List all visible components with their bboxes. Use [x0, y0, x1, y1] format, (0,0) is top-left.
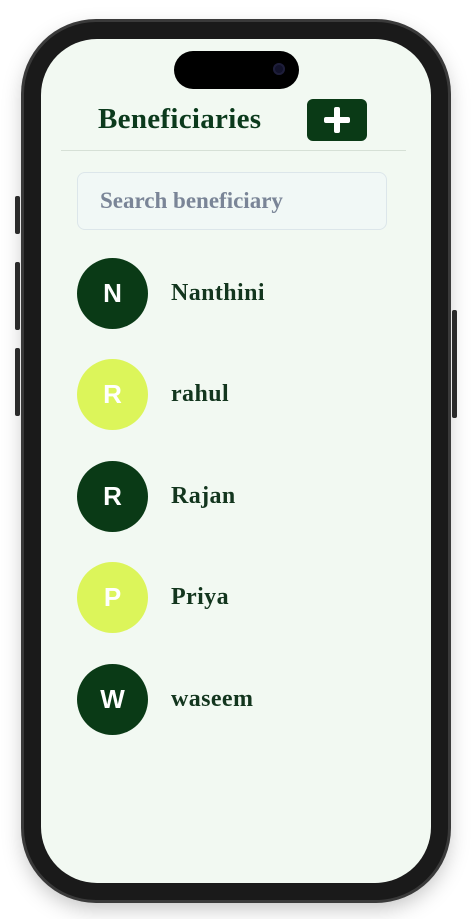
- beneficiary-item[interactable]: R Rajan: [77, 460, 397, 532]
- add-beneficiary-button[interactable]: [307, 99, 367, 141]
- beneficiary-item[interactable]: P Priya: [77, 562, 397, 634]
- action-button: [15, 196, 20, 234]
- page-title: Beneficiaries: [98, 103, 262, 135]
- camera-icon: [273, 63, 285, 75]
- beneficiary-item[interactable]: W waseem: [77, 663, 397, 735]
- search-input[interactable]: [77, 172, 387, 230]
- header-divider: [61, 150, 406, 151]
- avatar: P: [77, 562, 148, 633]
- volume-up-button: [15, 262, 20, 330]
- beneficiary-list: N Nanthini R rahul R Rajan P Priya W was…: [77, 257, 397, 765]
- beneficiary-item[interactable]: N Nanthini: [77, 257, 397, 329]
- avatar: R: [77, 460, 148, 532]
- avatar: W: [77, 663, 148, 735]
- beneficiary-name: Nanthini: [171, 279, 265, 306]
- avatar: R: [77, 359, 148, 430]
- avatar: N: [77, 257, 148, 329]
- beneficiary-name: Rajan: [171, 482, 236, 509]
- beneficiary-name: Priya: [171, 584, 229, 610]
- phone-frame: Beneficiaries N Nanthini R rahul R Rajan…: [15, 22, 457, 900]
- power-button: [452, 310, 457, 418]
- dynamic-island: [174, 51, 299, 89]
- app-screen: Beneficiaries N Nanthini R rahul R Rajan…: [41, 39, 431, 883]
- beneficiary-name: waseem: [171, 685, 254, 712]
- plus-icon: [324, 107, 350, 133]
- beneficiary-name: rahul: [171, 381, 230, 407]
- volume-down-button: [15, 348, 20, 416]
- beneficiary-item[interactable]: R rahul: [77, 359, 397, 431]
- page-header: Beneficiaries: [41, 95, 431, 153]
